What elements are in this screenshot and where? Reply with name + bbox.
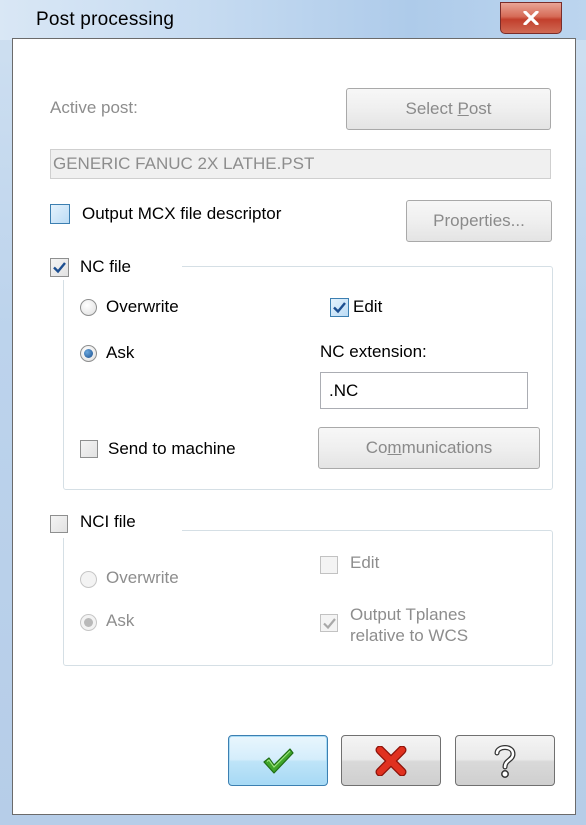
nc-ask-radio[interactable] <box>80 345 97 362</box>
checkmark-icon <box>333 302 346 314</box>
green-checkmark-icon <box>263 747 294 774</box>
nc-file-checkbox[interactable] <box>50 258 69 277</box>
select-post-button[interactable]: Select Post <box>346 88 551 130</box>
nc-extension-input[interactable]: .NC <box>320 372 528 409</box>
red-x-icon <box>375 745 407 776</box>
nci-overwrite-label: Overwrite <box>106 568 179 587</box>
communications-button[interactable]: Communications <box>318 427 540 469</box>
checkmark-icon <box>53 262 66 274</box>
cancel-button[interactable] <box>341 735 441 786</box>
nc-extension-label: NC extension: <box>320 342 427 361</box>
nc-overwrite-label: Overwrite <box>106 297 179 316</box>
window-title: Post processing <box>36 9 175 30</box>
properties-button[interactable]: Properties... <box>406 200 552 242</box>
nci-ask-label: Ask <box>106 611 135 630</box>
nc-edit-label: Edit <box>353 297 383 316</box>
nc-ask-label: Ask <box>106 343 135 362</box>
send-to-machine-checkbox[interactable] <box>80 440 98 458</box>
checkmark-icon <box>322 617 336 629</box>
active-post-field: GENERIC FANUC 2X LATHE.PST <box>50 149 551 179</box>
nci-edit-label: Edit <box>350 553 380 572</box>
select-post-button-label: Select Post <box>405 99 492 118</box>
nci-file-label: NCI file <box>80 512 136 531</box>
nc-edit-checkbox[interactable] <box>330 298 349 317</box>
nci-file-group <box>63 530 553 666</box>
question-mark-icon <box>494 744 516 778</box>
radio-selected-dot <box>84 349 93 358</box>
nci-file-checkbox[interactable] <box>50 515 68 533</box>
close-button[interactable] <box>500 2 562 34</box>
send-to-machine-label: Send to machine <box>108 439 236 458</box>
nc-overwrite-radio[interactable] <box>80 299 97 316</box>
ok-button[interactable] <box>228 735 328 786</box>
output-tplanes-checkbox[interactable] <box>320 614 338 632</box>
active-post-label: Active post: <box>50 98 138 117</box>
communications-button-label: Communications <box>365 438 493 457</box>
nci-ask-radio[interactable] <box>80 614 97 631</box>
help-button[interactable] <box>455 735 555 786</box>
output-mcx-descriptor-checkbox[interactable] <box>50 204 70 224</box>
close-x-icon <box>523 11 539 25</box>
radio-selected-dot <box>84 618 93 627</box>
output-tplanes-label: Output Tplanes relative to WCS <box>350 605 469 645</box>
nci-overwrite-radio[interactable] <box>80 571 97 588</box>
output-mcx-descriptor-label: Output MCX file descriptor <box>82 204 282 223</box>
nc-file-label: NC file <box>80 257 132 276</box>
nci-edit-checkbox[interactable] <box>320 556 338 574</box>
